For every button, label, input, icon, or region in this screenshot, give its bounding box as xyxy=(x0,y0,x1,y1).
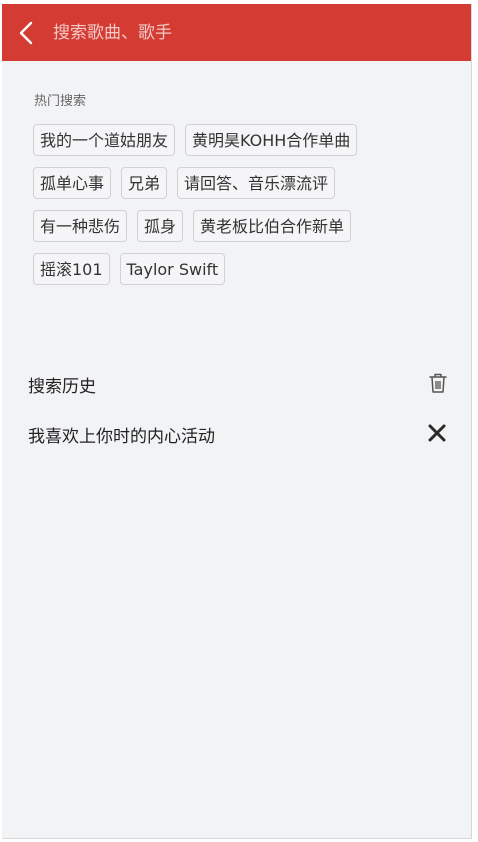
hot-search-tags: 我的一个道姑朋友 黄明昊KOHH合作单曲 孤单心事 兄弟 请回答、音乐漂流评 有… xyxy=(33,124,433,285)
chevron-left-icon xyxy=(19,21,33,44)
hot-search-tag[interactable]: 孤单心事 xyxy=(33,167,112,199)
search-header xyxy=(2,4,471,61)
hot-search-tag[interactable]: 我的一个道姑朋友 xyxy=(33,124,176,156)
remove-history-item-button[interactable] xyxy=(428,424,446,442)
search-input[interactable] xyxy=(50,12,471,53)
history-item-text[interactable]: 我喜欢上你时的内心活动 xyxy=(28,422,215,447)
hot-search-tag[interactable]: 有一种悲伤 xyxy=(33,210,128,242)
hot-search-tag[interactable]: 孤身 xyxy=(137,210,184,242)
search-history-header: 搜索历史 xyxy=(28,372,448,397)
search-history-title: 搜索历史 xyxy=(28,377,96,397)
clear-history-button[interactable] xyxy=(428,372,448,394)
hot-search-tag[interactable]: 兄弟 xyxy=(121,167,168,199)
search-history-item: 我喜欢上你时的内心活动 xyxy=(28,418,448,448)
hot-search-title: 热门搜索 xyxy=(34,94,87,109)
hot-search-tag[interactable]: Taylor Swift xyxy=(119,253,226,285)
trash-icon xyxy=(429,373,447,393)
app-frame: 热门搜索 我的一个道姑朋友 黄明昊KOHH合作单曲 孤单心事 兄弟 请回答、音乐… xyxy=(2,4,472,839)
hot-search-tag[interactable]: 黄老板比伯合作新单 xyxy=(193,210,352,242)
back-button[interactable] xyxy=(2,4,50,61)
hot-search-tag[interactable]: 请回答、音乐漂流评 xyxy=(177,167,336,199)
close-icon xyxy=(428,424,446,442)
hot-search-tag[interactable]: 黄明昊KOHH合作单曲 xyxy=(185,124,358,156)
hot-search-tag[interactable]: 摇滚101 xyxy=(33,253,110,285)
